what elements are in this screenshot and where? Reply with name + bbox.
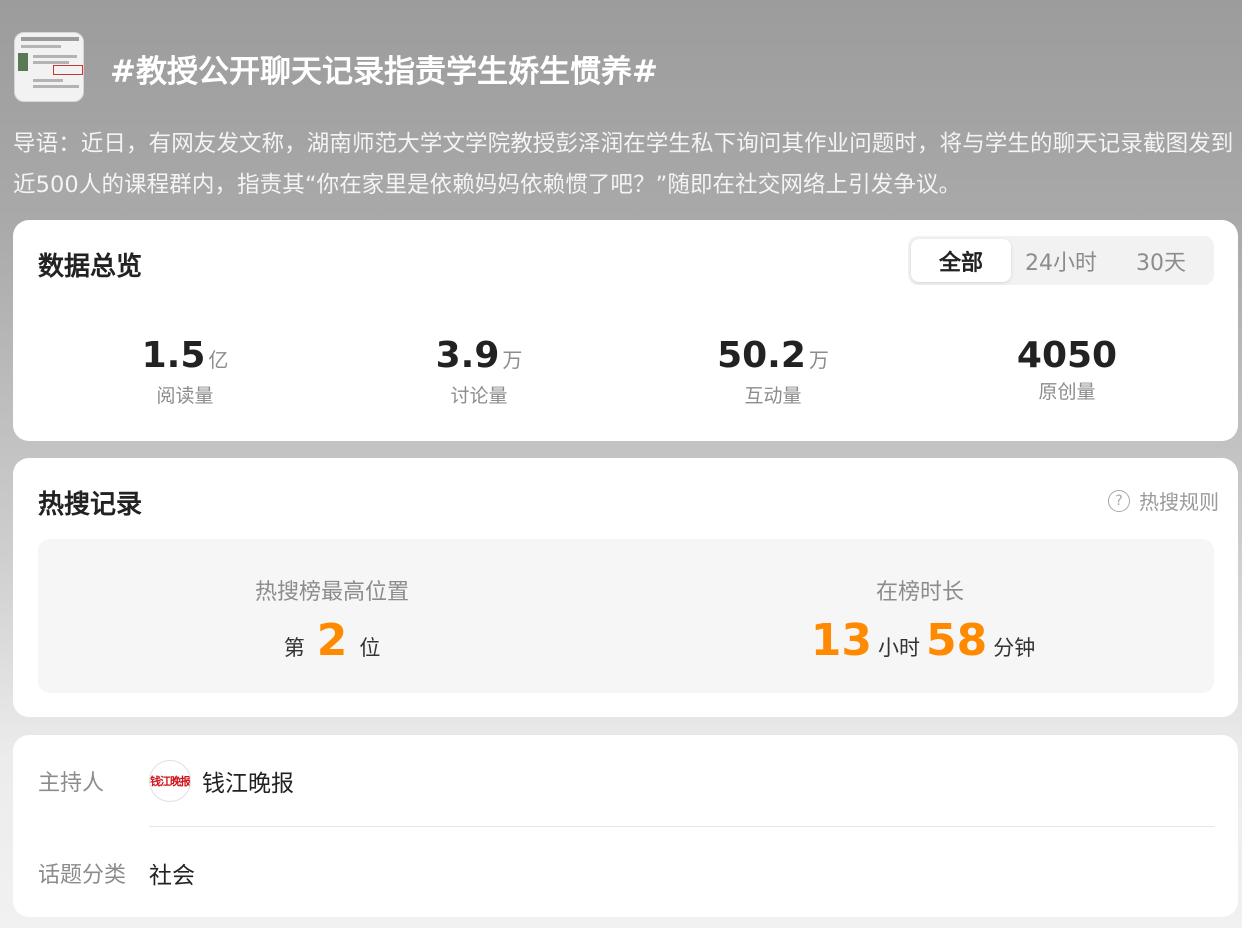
stat-discussions-label: 讨论量 — [450, 385, 508, 407]
stat-discussions-unit: 万 — [502, 348, 523, 372]
hot-search-stats: 热搜榜最高位置 第 2 位 在榜时长 13 小时 58 分钟 — [38, 539, 1214, 693]
topic-lead: 导语：近日，有网友发文称，湖南师范大学文学院教授彭泽润在学生私下询问其作业问题时… — [13, 131, 1234, 198]
stat-discussions-value: 3.9 — [435, 335, 500, 376]
stat-reads-unit: 亿 — [208, 348, 229, 372]
time-on-list-label: 在榜时长 — [875, 580, 964, 605]
peak-position-value: 2 — [316, 615, 348, 666]
stat-discussions: 3.9 万 讨论量 — [332, 335, 626, 408]
stat-originals: 4050 原创量 — [920, 335, 1214, 408]
hot-search-card: 热搜记录 ? 热搜规则 热搜榜最高位置 第 2 位 在榜时长 13 小时 58 … — [13, 458, 1238, 717]
time-range-tabs: 全部 24小时 30天 — [908, 236, 1214, 285]
category-value: 社会 — [149, 863, 195, 889]
peak-suffix: 位 — [359, 636, 381, 660]
stat-reads-label: 阅读量 — [156, 385, 214, 407]
host-key: 主持人 — [38, 771, 105, 796]
question-circle-icon: ? — [1108, 489, 1130, 512]
stat-interactions-unit: 万 — [808, 348, 829, 372]
stat-originals-value: 4050 — [1016, 335, 1118, 376]
peak-prefix: 第 — [283, 636, 305, 660]
category-key: 话题分类 — [38, 863, 127, 888]
topic-thumbnail[interactable] — [14, 32, 84, 102]
duration-minutes-value: 58 — [926, 615, 988, 666]
host-avatar[interactable]: 钱江晚报 — [149, 760, 191, 802]
peak-position: 热搜榜最高位置 第 2 位 — [38, 539, 626, 693]
host-row: 主持人 钱江晚报 钱江晚报 — [38, 760, 294, 802]
stat-interactions-label: 互动量 — [744, 385, 802, 407]
category-row: 话题分类 社会 — [38, 856, 195, 890]
peak-position-label: 热搜榜最高位置 — [254, 580, 409, 605]
hot-search-rules-label: 热搜规则 — [1139, 490, 1219, 514]
topic-header: #教授公开聊天记录指责学生娇生惯养# — [14, 32, 1234, 102]
topic-title: #教授公开聊天记录指责学生娇生惯养# — [110, 54, 658, 90]
stat-interactions: 50.2 万 互动量 — [626, 335, 920, 408]
tab-30d[interactable]: 30天 — [1111, 239, 1211, 282]
stat-reads-value: 1.5 — [141, 335, 206, 376]
host-logo: 钱江晚报 — [150, 775, 190, 788]
minutes-unit: 分钟 — [993, 636, 1036, 660]
stat-reads: 1.5 亿 阅读量 — [38, 335, 332, 408]
overview-title: 数据总览 — [38, 252, 143, 282]
data-overview-card: 数据总览 全部 24小时 30天 1.5 亿 阅读量 3.9 万 讨论量 50.2 万… — [13, 220, 1238, 441]
hot-search-rules-link[interactable]: ? 热搜规则 — [1108, 486, 1219, 515]
duration-hours-value: 13 — [810, 615, 872, 666]
hours-unit: 小时 — [878, 636, 920, 660]
tab-all[interactable]: 全部 — [911, 239, 1011, 282]
hot-search-title: 热搜记录 — [38, 490, 143, 520]
topic-info-card: 主持人 钱江晚报 钱江晚报 话题分类 社会 — [13, 735, 1238, 917]
host-name[interactable]: 钱江晚报 — [202, 764, 294, 798]
tab-24h[interactable]: 24小时 — [1011, 239, 1111, 282]
stat-interactions-value: 50.2 — [717, 335, 806, 376]
stats-row: 1.5 亿 阅读量 3.9 万 讨论量 50.2 万 互动量 4050 原创量 — [38, 335, 1214, 408]
stat-originals-label: 原创量 — [1038, 381, 1096, 403]
info-divider — [149, 826, 1215, 827]
time-on-list: 在榜时长 13 小时 58 分钟 — [626, 539, 1214, 693]
